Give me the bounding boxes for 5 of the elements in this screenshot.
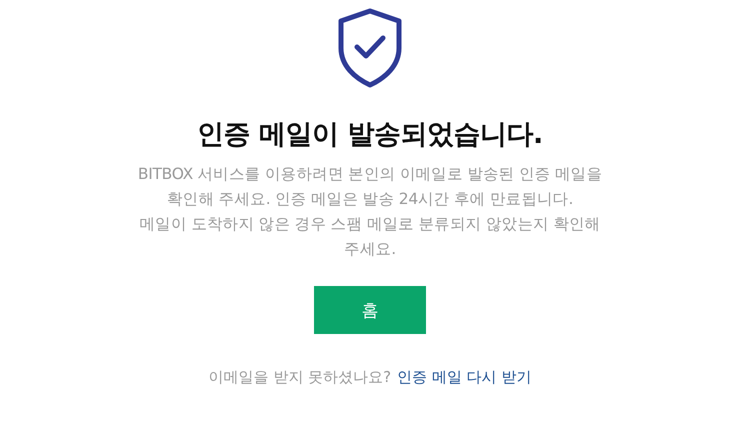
instruction-text: BITBOX 서비스를 이용하려면 본인의 이메일로 발송된 인증 메일을 확인해 주세요. 인증 메일은 발송 24시간 후에 만료됩니다. 메일이 도착하지 않은 경우 스팸 메일로 분류되지 않았는지 확인해 주세요. bbox=[136, 164, 604, 260]
resend-link[interactable]: 인증 메일 다시 받기 bbox=[397, 368, 532, 387]
resend-prompt: 이메일을 받지 못하셨나요? bbox=[208, 368, 392, 387]
shield-check-icon bbox=[337, 8, 403, 88]
page-title: 인증 메일이 발송되었습니다. bbox=[197, 118, 543, 152]
